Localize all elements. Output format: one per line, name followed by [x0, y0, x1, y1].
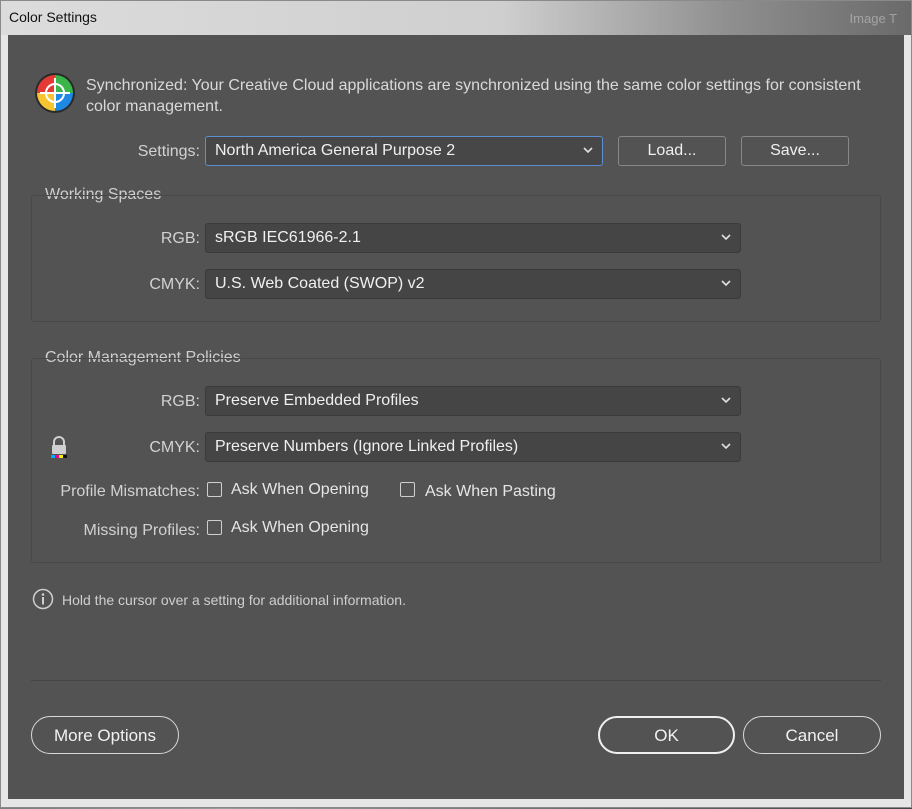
policy-cmyk-label: CMYK: [149, 439, 200, 456]
ws-cmyk-label: CMYK: [149, 276, 200, 293]
cancel-button[interactable]: Cancel [743, 716, 881, 754]
settings-label: Settings: [137, 143, 200, 160]
missing-opening-label[interactable]: Ask When Opening [231, 519, 369, 537]
missing-opening-checkbox[interactable] [207, 520, 222, 535]
ws-cmyk-value: U.S. Web Coated (SWOP) v2 [215, 275, 425, 292]
missing-profiles-label: Missing Profiles: [83, 522, 200, 539]
footer-divider [31, 680, 881, 681]
mismatch-opening-label[interactable]: Ask When Opening [231, 481, 369, 499]
save-button[interactable]: Save... [741, 136, 849, 166]
more-options-button[interactable]: More Options [31, 716, 179, 754]
ok-button[interactable]: OK [598, 716, 735, 754]
chevron-down-icon [721, 280, 731, 287]
color-settings-dialog: Color Settings Image T Synchronized: You… [0, 0, 912, 808]
policy-rgb-label: RGB: [160, 393, 200, 410]
ws-rgb-label: RGB: [160, 230, 200, 247]
load-button[interactable]: Load... [618, 136, 726, 166]
info-icon [32, 588, 54, 610]
mismatch-pasting-checkbox[interactable] [400, 482, 415, 497]
mismatch-opening-checkbox[interactable] [207, 482, 222, 497]
settings-dropdown-value: North America General Purpose 2 [215, 142, 456, 159]
profile-mismatches-label: Profile Mismatches: [60, 483, 200, 500]
window-title: Color Settings [9, 9, 97, 25]
background-window-text: Image T [849, 11, 897, 26]
sync-status-message: Synchronized: Your Creative Cloud applic… [86, 77, 861, 115]
color-wheel-icon [35, 73, 75, 113]
policy-rgb-dropdown[interactable]: Preserve Embedded Profiles [205, 386, 741, 416]
working-spaces-group [31, 195, 881, 322]
chevron-down-icon [583, 147, 593, 154]
mismatch-pasting-label[interactable]: Ask When Pasting [425, 483, 556, 501]
policy-cmyk-dropdown[interactable]: Preserve Numbers (Ignore Linked Profiles… [205, 432, 741, 462]
ws-cmyk-dropdown[interactable]: U.S. Web Coated (SWOP) v2 [205, 269, 741, 299]
ws-rgb-value: sRGB IEC61966-2.1 [215, 229, 361, 246]
info-hint: Hold the cursor over a setting for addit… [62, 592, 406, 608]
title-bar[interactable]: Color Settings Image T [1, 1, 911, 35]
settings-dropdown[interactable]: North America General Purpose 2 [205, 136, 603, 166]
policy-cmyk-value: Preserve Numbers (Ignore Linked Profiles… [215, 438, 519, 455]
policy-rgb-value: Preserve Embedded Profiles [215, 392, 419, 409]
chevron-down-icon [721, 234, 731, 241]
dialog-content: Synchronized: Your Creative Cloud applic… [8, 35, 904, 799]
lock-icon [51, 436, 67, 458]
chevron-down-icon [721, 443, 731, 450]
ws-rgb-dropdown[interactable]: sRGB IEC61966-2.1 [205, 223, 741, 253]
chevron-down-icon [721, 397, 731, 404]
